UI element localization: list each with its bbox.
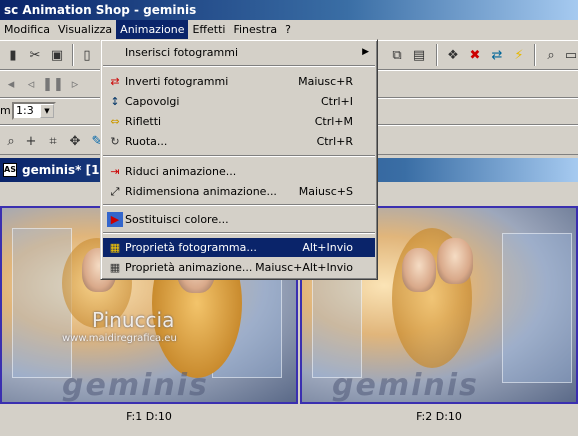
menu-item-shortcut: Ctrl+M — [314, 115, 353, 128]
shrink-animation-icon: ⇥ — [110, 165, 120, 178]
menu-item-ridimensiona-animazione[interactable]: ⤢ Ridimensiona animazione... Maiusc+S — [103, 182, 375, 201]
menu-item-proprieta-animazione[interactable]: ▦ Proprietà animazione... Maiusc+Alt+Inv… — [103, 258, 375, 277]
menu-item-label: Ruota... — [125, 135, 168, 148]
frame-tool-icon[interactable]: ❖ — [442, 44, 464, 66]
menu-visualizza[interactable]: Visualizza — [54, 20, 116, 39]
tool-icon-3[interactable]: ▣ — [46, 44, 68, 66]
watermark-url: www.maidiregrafica.eu — [62, 333, 177, 344]
tool-icon-1[interactable]: ▮ — [2, 44, 24, 66]
watermark-logo: geminis — [62, 368, 209, 403]
toolbar-separator — [534, 44, 536, 66]
resize-animation-icon: ⤢ — [110, 185, 120, 198]
menu-item-capovolgi[interactable]: ↕ Capovolgi Ctrl+I — [103, 92, 375, 111]
menu-finestra[interactable]: Finestra — [229, 20, 281, 39]
animazione-menu: Inserisci fotogrammi ▶ ⇄ Inverti fotogra… — [100, 39, 378, 280]
submenu-arrow-icon: ▶ — [362, 47, 369, 57]
menu-bar: Modifica Visualizza Animazione Effetti F… — [0, 20, 578, 39]
paste-icon[interactable]: ▤ — [408, 44, 430, 66]
menu-item-label: Riduci animazione... — [125, 165, 237, 178]
app-title: sc Animation Shop - geminis — [4, 3, 197, 17]
menu-item-rifletti[interactable]: ⇔ Rifletti Ctrl+M — [103, 112, 375, 131]
move-tool-icon[interactable]: ✥ — [64, 130, 86, 152]
zoom-select[interactable]: 1:3 ▼ — [12, 102, 56, 120]
flip-icon: ↕ — [110, 95, 120, 108]
preview-icon[interactable]: ▭ — [560, 44, 578, 66]
menu-item-shortcut: Ctrl+R — [316, 135, 353, 148]
menu-separator — [103, 65, 375, 67]
watermark-logo: geminis — [332, 368, 479, 403]
menu-item-shortcut: Maiusc+S — [298, 185, 353, 198]
effect-icon[interactable]: ⚡ — [508, 44, 530, 66]
app-title-bar: sc Animation Shop - geminis — [0, 0, 578, 20]
menu-item-label: Ridimensiona animazione... — [125, 185, 277, 198]
menu-item-label: Capovolgi — [125, 95, 180, 108]
menu-item-label: Inverti fotogrammi — [125, 75, 229, 88]
prev-frame-icon[interactable]: ◃ — [20, 73, 42, 95]
transition-icon[interactable]: ⇄ — [486, 44, 508, 66]
menu-item-label: Proprietà fotogramma... — [125, 241, 257, 254]
menu-item-label: Rifletti — [125, 115, 162, 128]
frame-panel — [12, 228, 72, 378]
animation-properties-icon: ▦ — [109, 261, 121, 274]
menu-item-shortcut: Alt+Invio — [302, 241, 353, 254]
tool-icon-2[interactable]: ✂ — [24, 44, 46, 66]
crop-tool-icon[interactable]: ⌗ — [42, 130, 64, 152]
chevron-down-icon[interactable]: ▼ — [40, 104, 54, 118]
toolbar-separator — [436, 44, 438, 66]
frame-figure — [402, 248, 436, 292]
menu-separator — [103, 232, 375, 234]
replace-color-icon: ▶ — [107, 212, 123, 227]
frame-panel — [502, 233, 572, 383]
document-icon: AS — [3, 163, 17, 177]
menu-item-inverti-fotogrammi[interactable]: ⇄ Inverti fotogrammi Maiusc+R — [103, 72, 375, 91]
menu-item-label: Inserisci fotogrammi — [125, 46, 239, 59]
menu-item-shortcut: Ctrl+I — [320, 95, 353, 108]
pause-icon[interactable]: ❚❚ — [42, 73, 64, 95]
menu-item-inserisci-fotogrammi[interactable]: Inserisci fotogrammi ▶ — [103, 43, 375, 62]
document-title: geminis* [1:3 — [22, 163, 113, 177]
rotate-icon: ↻ — [110, 135, 120, 148]
menu-effetti[interactable]: Effetti — [188, 20, 229, 39]
toolbar-separator — [72, 44, 74, 66]
select-tool-icon[interactable]: + — [20, 130, 42, 152]
frame-properties-icon: ▦ — [109, 241, 121, 254]
menu-item-shortcut: Maiusc+R — [298, 75, 353, 88]
delete-frame-icon[interactable]: ✖ — [464, 44, 486, 66]
watermark-name: Pinuccia — [92, 308, 175, 332]
menu-item-label: Sostituisci colore... — [125, 213, 229, 226]
magnify-icon[interactable]: ⌕ — [540, 44, 562, 66]
menu-item-ruota[interactable]: ↻ Ruota... Ctrl+R — [103, 132, 375, 151]
menu-item-shortcut: Maiusc+Alt+Invio — [255, 261, 353, 274]
menu-animazione[interactable]: Animazione — [116, 20, 189, 39]
frame-figure — [437, 238, 473, 284]
new-file-icon[interactable]: ▯ — [76, 44, 98, 66]
menu-help[interactable]: ? — [281, 20, 295, 39]
menu-item-label: Proprietà animazione... — [125, 261, 253, 274]
menu-item-sostituisci-colore[interactable]: ▶ Sostituisci colore... — [103, 210, 375, 229]
zoom-tool-icon[interactable]: ⌕ — [0, 130, 22, 152]
menu-item-riduci-animazione[interactable]: ⇥ Riduci animazione... — [103, 162, 375, 181]
menu-modifica[interactable]: Modifica — [0, 20, 54, 39]
next-frame-icon[interactable]: ▹ — [64, 73, 86, 95]
menu-separator — [103, 204, 375, 206]
zoom-value: 1:3 — [16, 104, 34, 117]
copy-icon[interactable]: ⧉ — [386, 44, 408, 66]
frame-label: F:1 D:10 — [126, 410, 172, 423]
first-frame-icon[interactable]: ◂ — [0, 73, 22, 95]
reverse-frames-icon: ⇄ — [110, 75, 120, 88]
mirror-icon: ⇔ — [110, 115, 120, 128]
menu-item-proprieta-fotogramma[interactable]: ▦ Proprietà fotogramma... Alt+Invio — [103, 238, 375, 257]
menu-separator — [103, 155, 375, 157]
frame-label: F:2 D:10 — [416, 410, 462, 423]
